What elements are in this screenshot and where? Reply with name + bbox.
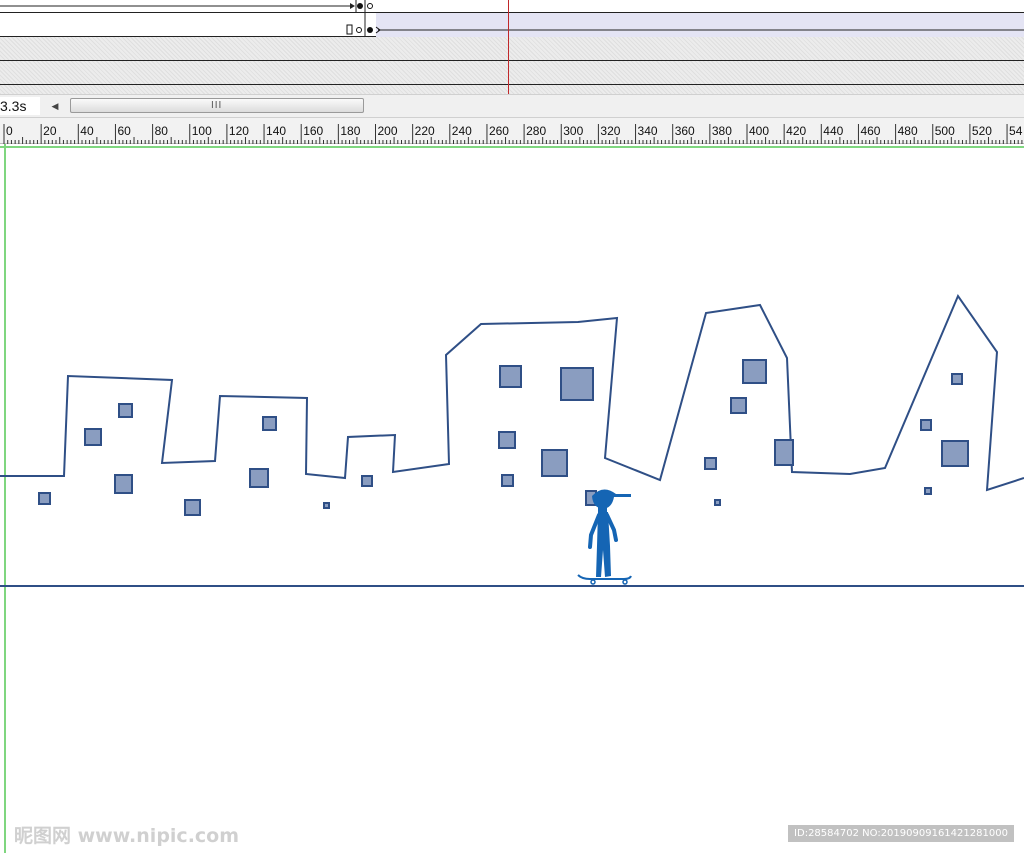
time-readout: 3.3s xyxy=(0,97,40,115)
ruler-tick-label: 140 xyxy=(266,124,286,138)
window xyxy=(774,439,794,466)
window xyxy=(941,440,969,467)
window xyxy=(84,428,102,446)
ruler-tick-label: 180 xyxy=(340,124,360,138)
window xyxy=(951,373,963,385)
ruler-tick-label: 54 xyxy=(1009,124,1023,138)
scroll-grip-icon: III xyxy=(211,100,223,111)
ruler-tick-label: 480 xyxy=(898,124,918,138)
ruler-tick-label: 440 xyxy=(823,124,843,138)
window xyxy=(184,499,201,516)
timeline-layer-4[interactable] xyxy=(0,61,1024,85)
ruler-tick-label: 260 xyxy=(489,124,509,138)
ruler-tick-label: 200 xyxy=(378,124,398,138)
watermark-id: ID:28584702 NO:20190909161421281000 xyxy=(788,825,1014,842)
window xyxy=(323,502,330,509)
building-windows xyxy=(38,359,969,516)
keyframe-empty-icon xyxy=(356,27,362,33)
ruler-tick-label: 220 xyxy=(415,124,435,138)
playhead[interactable] xyxy=(508,0,509,94)
watermark-logo: 昵图网 www.nipic.com xyxy=(14,825,240,847)
timeline-layer-2[interactable] xyxy=(0,12,1024,37)
stage[interactable] xyxy=(0,144,1024,853)
window xyxy=(704,457,717,470)
window xyxy=(924,487,932,495)
window xyxy=(541,449,568,477)
keyframe-filled-icon xyxy=(357,3,363,9)
timeline-panel xyxy=(0,0,1024,94)
ruler-tick-label: 80 xyxy=(155,124,169,138)
timeline-controls: 3.3s ◀ III xyxy=(0,94,1024,118)
keyframe-filled-icon xyxy=(367,27,373,33)
window xyxy=(714,499,721,506)
keyframe-empty-icon xyxy=(367,3,373,9)
ruler-tick-label: 420 xyxy=(786,124,806,138)
ruler-tick-label: 320 xyxy=(600,124,620,138)
window xyxy=(38,492,51,505)
ruler-tick-label: 340 xyxy=(638,124,658,138)
horizontal-ruler: 0 20 40 60 80 100 120 140 160 180 200 220 240 260 280 3… xyxy=(0,118,1024,144)
timeline-layer-5[interactable] xyxy=(0,85,1024,94)
ruler-tick-label: 20 xyxy=(43,124,57,138)
ruler-tick-label: 400 xyxy=(749,124,769,138)
window xyxy=(361,475,373,487)
ruler-tick-label: 280 xyxy=(526,124,546,138)
ruler-tick-label: 300 xyxy=(563,124,583,138)
ruler-tick-label: 40 xyxy=(80,124,94,138)
ruler-tick-label: 240 xyxy=(452,124,472,138)
ruler-tick-label: 120 xyxy=(229,124,249,138)
window xyxy=(114,474,133,494)
window xyxy=(262,416,277,431)
ruler-tick-label: 360 xyxy=(675,124,695,138)
window xyxy=(118,403,133,418)
horizontal-scrollbar-thumb[interactable]: III xyxy=(70,98,364,113)
ruler-tick-label: 100 xyxy=(192,124,212,138)
window xyxy=(920,419,932,431)
timeline-layer-3[interactable] xyxy=(0,37,1024,61)
window xyxy=(498,431,516,449)
window xyxy=(501,474,514,487)
window xyxy=(249,468,269,488)
ruler-tick-label: 520 xyxy=(972,124,992,138)
ruler-tick-label: 0 xyxy=(6,124,13,138)
cap-head-icon xyxy=(592,489,631,509)
scroll-left-button[interactable]: ◀ xyxy=(48,99,62,113)
blank-keyframe-icon xyxy=(346,24,353,35)
city-skyline xyxy=(0,293,1024,492)
timeline-layer-1[interactable] xyxy=(0,0,1024,12)
window xyxy=(730,397,747,414)
ruler-tick-label: 60 xyxy=(117,124,131,138)
ruler-tick-label: 160 xyxy=(303,124,323,138)
ruler-tick-label: 460 xyxy=(860,124,880,138)
window xyxy=(742,359,767,384)
window xyxy=(560,367,594,401)
skateboard-icon xyxy=(577,574,632,580)
ruler-tick-label: 500 xyxy=(935,124,955,138)
ruler-tick-label: 380 xyxy=(712,124,732,138)
window xyxy=(499,365,522,388)
